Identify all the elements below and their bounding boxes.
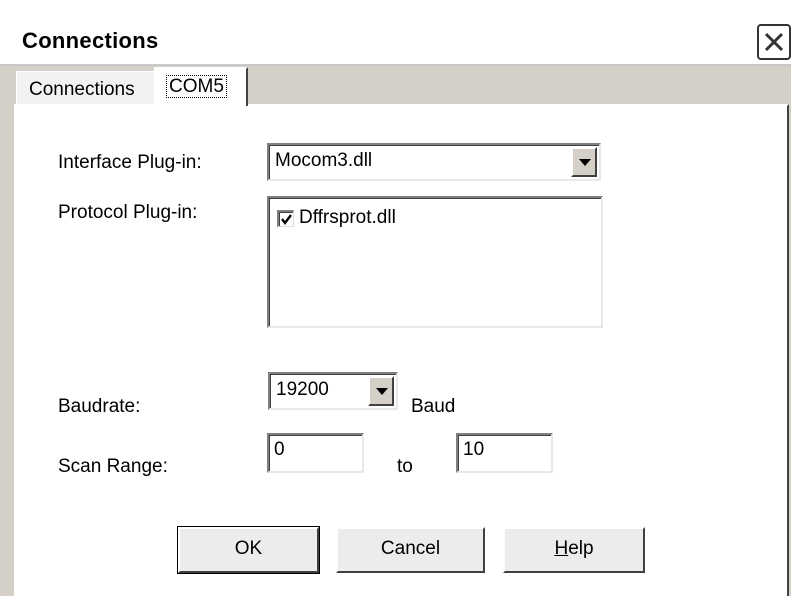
close-button[interactable] [757,24,791,60]
scan-range-from-input[interactable]: 0 [267,433,364,473]
tab-connections[interactable]: Connections [16,71,156,105]
cancel-button-label: Cancel [380,538,441,559]
tab-connections-label: Connections [29,79,135,100]
checkmark-icon [281,214,292,225]
interface-plugin-dropdown-button[interactable] [571,147,597,177]
title-bar[interactable]: Connections [0,0,791,66]
tab-com5-label: COM5 [166,75,227,98]
tab-com5[interactable]: COM5 [154,67,248,106]
protocol-plugin-checkbox[interactable] [277,210,294,227]
protocol-plugin-label: Protocol Plug-in: [58,202,198,223]
scan-range-to-label: to [397,456,413,477]
tab-strip: Connections COM5 [16,67,716,106]
baudrate-dropdown-button[interactable] [368,376,394,406]
window-title: Connections [22,28,159,53]
close-icon [764,32,784,52]
scan-range-to-input[interactable]: 10 [456,433,553,473]
protocol-plugin-list[interactable]: Dffrsprot.dll [267,196,603,328]
help-button-mnemonic: H [554,538,569,559]
list-item[interactable]: Dffrsprot.dll [275,206,575,230]
interface-plugin-value: Mocom3.dll [275,150,373,171]
chevron-down-icon [579,159,591,166]
baudrate-label: Baudrate: [58,396,141,417]
interface-plugin-select[interactable]: Mocom3.dll [267,143,601,181]
interface-plugin-label: Interface Plug-in: [58,152,202,173]
help-button[interactable]: Help [503,527,645,573]
ok-button[interactable]: OK [177,526,320,574]
cancel-button[interactable]: Cancel [336,527,485,573]
chevron-down-icon [376,388,388,395]
tab-panel-com5: Interface Plug-in: Mocom3.dll Protocol P… [14,104,789,596]
scan-range-label: Scan Range: [58,456,168,477]
baudrate-unit: Baud [411,396,456,417]
protocol-plugin-item-label: Dffrsprot.dll [299,207,396,228]
baudrate-select[interactable]: 19200 [268,372,398,410]
help-button-label: elp [568,538,594,559]
baudrate-value: 19200 [276,379,329,400]
ok-button-label: OK [234,538,263,559]
connections-dialog: Connections Connections COM5 Interface P… [0,0,791,596]
